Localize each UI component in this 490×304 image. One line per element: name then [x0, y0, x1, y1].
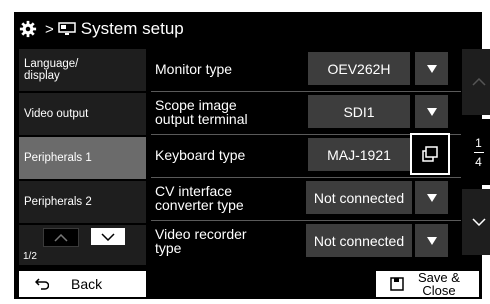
chevron-down-icon: [471, 218, 486, 226]
triangle-down-icon: [426, 193, 437, 202]
triangle-down-icon: [426, 236, 437, 245]
chevron-up-icon: [54, 233, 68, 242]
save-disk-icon: [390, 277, 404, 291]
window-popup-icon: [422, 146, 438, 162]
sidebar-item-label: Peripherals 1: [24, 152, 92, 164]
video-recorder-value[interactable]: Not connected: [306, 224, 412, 257]
setting-row-monitor-type: Monitor type OEV262H: [151, 49, 461, 89]
chevron-up-icon: [471, 78, 486, 86]
setting-row-scope-output: Scope image output terminal SDI1: [151, 92, 461, 132]
sidebar-item-video-output[interactable]: Video output: [19, 93, 146, 135]
setting-label: Video recorder type: [155, 226, 247, 256]
sidebar-item-peripherals-2[interactable]: Peripherals 2: [19, 181, 146, 223]
setting-row-keyboard-type: Keyboard type MAJ-1921: [151, 133, 461, 175]
save-close-button[interactable]: Save & Close: [376, 271, 479, 297]
setting-label: Monitor type: [155, 61, 233, 77]
breadcrumb-separator: >: [45, 20, 54, 38]
setting-label: CV interface converter type: [155, 183, 244, 213]
title-bar: > System setup: [19, 15, 477, 43]
sidebar-item-language-display[interactable]: Language/ display: [19, 49, 146, 91]
cv-interface-value[interactable]: Not connected: [306, 181, 412, 214]
sidebar-next-button[interactable]: [91, 228, 125, 245]
scope-output-value[interactable]: SDI1: [308, 95, 410, 128]
setting-row-video-recorder: Video recorder type Not connected: [151, 221, 461, 261]
fraction-bar: [473, 151, 484, 153]
scope-output-dropdown-button[interactable]: [415, 95, 448, 128]
sidebar: Language/ display Video output Periphera…: [19, 49, 146, 225]
monitor-type-dropdown-button[interactable]: [415, 52, 448, 85]
back-button[interactable]: Back: [19, 271, 146, 297]
sidebar-prev-button[interactable]: [43, 228, 79, 247]
sidebar-item-label: Language/ display: [24, 58, 79, 82]
return-arrow-icon: [35, 278, 49, 290]
chevron-down-icon: [101, 232, 115, 241]
footer-bar: Back Save & Close: [15, 269, 481, 299]
page-title: System setup: [80, 19, 184, 38]
monitor-icon: [58, 22, 76, 35]
setting-row-cv-interface: CV interface converter type Not connecte…: [151, 178, 461, 218]
video-recorder-dropdown-button[interactable]: [415, 224, 448, 257]
sidebar-item-label: Video output: [24, 108, 89, 120]
cv-interface-dropdown-button[interactable]: [415, 181, 448, 214]
scroll-down-button[interactable]: [462, 189, 490, 255]
keyboard-type-value[interactable]: MAJ-1921: [308, 138, 410, 171]
keyboard-type-popup-button[interactable]: [410, 133, 450, 175]
setup-window: > System setup Language/ display Video o…: [14, 12, 490, 299]
setting-label: Keyboard type: [155, 147, 246, 163]
sidebar-page-indicator: 1/2: [23, 251, 37, 262]
scroll-page-total: 4: [475, 154, 482, 169]
monitor-type-value[interactable]: OEV262H: [308, 52, 410, 85]
save-close-label: Save & Close: [418, 270, 460, 298]
scroll-page-indicator: 1 4: [462, 119, 490, 185]
gear-icon: [19, 20, 37, 38]
sidebar-item-peripherals-1[interactable]: Peripherals 1: [19, 137, 146, 179]
back-button-label: Back: [71, 276, 103, 292]
scroll-page-current: 1: [475, 135, 482, 150]
scroll-up-button[interactable]: [462, 49, 490, 115]
setting-label: Scope image output terminal: [155, 97, 248, 127]
sidebar-item-label: Peripherals 2: [24, 196, 92, 208]
triangle-down-icon: [426, 64, 437, 73]
settings-scroller: 1 4: [462, 49, 490, 265]
sidebar-pager: 1/2: [19, 225, 146, 265]
triangle-down-icon: [426, 107, 437, 116]
